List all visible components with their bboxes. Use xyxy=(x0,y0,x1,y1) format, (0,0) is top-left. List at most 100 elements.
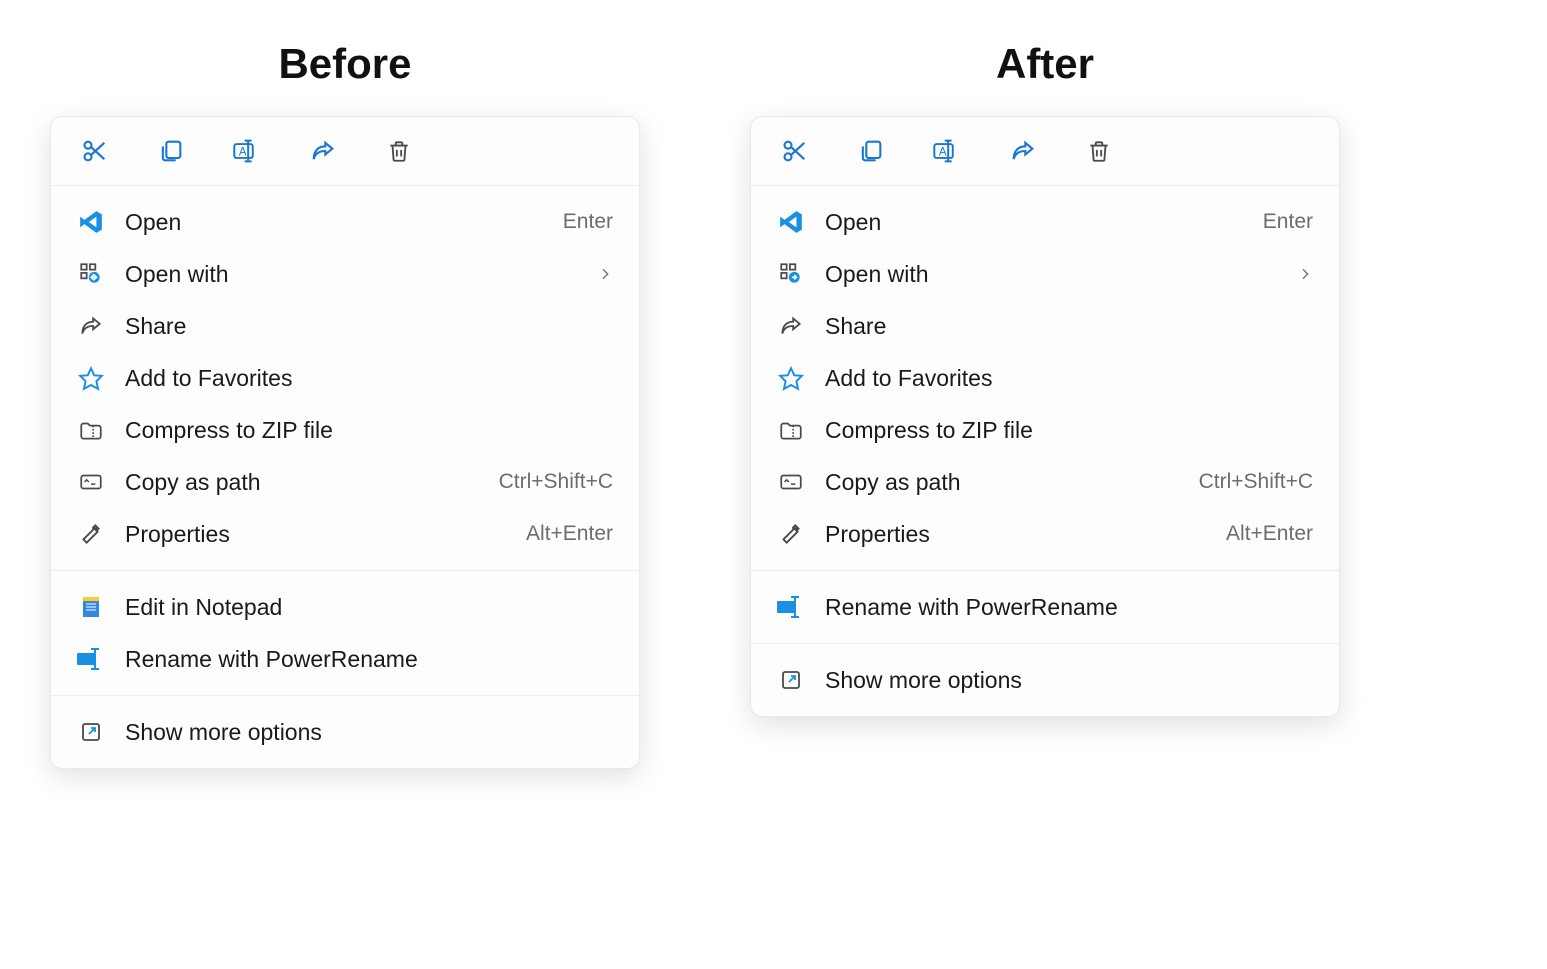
favorites-item[interactable]: Add to Favorites xyxy=(51,352,639,404)
rename-icon: A xyxy=(932,137,962,165)
trash-icon xyxy=(1086,137,1112,165)
expand-icon xyxy=(777,666,805,694)
properties-label: Properties xyxy=(825,521,1226,548)
open-label: Open xyxy=(125,209,563,236)
toolbar: A xyxy=(751,117,1339,186)
powerrename-icon xyxy=(777,593,805,621)
delete-button[interactable] xyxy=(1083,135,1115,167)
open-with-item[interactable]: Open with xyxy=(751,248,1339,300)
before-heading: Before xyxy=(278,40,411,88)
context-menu-after: A Open Enter Open with xyxy=(750,116,1340,717)
copy-path-shortcut: Ctrl+Shift+C xyxy=(1199,470,1313,494)
open-with-icon xyxy=(777,260,805,288)
cut-button[interactable] xyxy=(79,135,111,167)
vscode-icon xyxy=(777,208,805,236)
compress-label: Compress to ZIP file xyxy=(825,417,1313,444)
show-more-label: Show more options xyxy=(825,667,1313,694)
share-arrow-icon xyxy=(1009,137,1037,165)
properties-shortcut: Alt+Enter xyxy=(526,522,613,546)
more-section: Show more options xyxy=(51,696,639,768)
share-item[interactable]: Share xyxy=(751,300,1339,352)
copy-path-shortcut: Ctrl+Shift+C xyxy=(499,470,613,494)
powerrename-item[interactable]: Rename with PowerRename xyxy=(51,633,639,685)
main-section: Open Enter Open with Share xyxy=(751,186,1339,570)
compress-item[interactable]: Compress to ZIP file xyxy=(751,404,1339,456)
notepad-icon xyxy=(77,593,105,621)
rename-button[interactable]: A xyxy=(931,135,963,167)
open-shortcut: Enter xyxy=(1263,210,1313,234)
cut-button[interactable] xyxy=(779,135,811,167)
open-label: Open xyxy=(825,209,1263,236)
edit-notepad-label: Edit in Notepad xyxy=(125,594,613,621)
open-with-label: Open with xyxy=(825,261,1297,288)
chevron-right-icon xyxy=(597,266,613,282)
copy-path-item[interactable]: Copy as path Ctrl+Shift+C xyxy=(51,456,639,508)
share-label: Share xyxy=(125,313,613,340)
show-more-item[interactable]: Show more options xyxy=(751,654,1339,706)
svg-text:A: A xyxy=(939,147,947,159)
copy-path-icon xyxy=(777,468,805,496)
share-item[interactable]: Share xyxy=(51,300,639,352)
expand-icon xyxy=(77,718,105,746)
after-column: After A Open E xyxy=(750,40,1340,769)
star-icon xyxy=(77,364,105,392)
share-toolbar-button[interactable] xyxy=(1007,135,1039,167)
powerrename-label: Rename with PowerRename xyxy=(825,594,1313,621)
wrench-icon xyxy=(777,520,805,548)
show-more-label: Show more options xyxy=(125,719,613,746)
properties-item[interactable]: Properties Alt+Enter xyxy=(751,508,1339,560)
share-arrow-icon xyxy=(309,137,337,165)
svg-text:A: A xyxy=(239,147,247,159)
chevron-right-icon xyxy=(1297,266,1313,282)
favorites-label: Add to Favorites xyxy=(825,365,1313,392)
open-item[interactable]: Open Enter xyxy=(51,196,639,248)
properties-label: Properties xyxy=(125,521,526,548)
share-icon xyxy=(77,312,105,340)
powerrename-label: Rename with PowerRename xyxy=(125,646,613,673)
trash-icon xyxy=(386,137,412,165)
compress-item[interactable]: Compress to ZIP file xyxy=(51,404,639,456)
scissors-icon xyxy=(81,137,109,165)
powerrename-icon xyxy=(77,645,105,673)
open-with-label: Open with xyxy=(125,261,597,288)
open-shortcut: Enter xyxy=(563,210,613,234)
copy-button[interactable] xyxy=(155,135,187,167)
zip-icon xyxy=(777,416,805,444)
zip-icon xyxy=(77,416,105,444)
toolbar: A xyxy=(51,117,639,186)
compress-label: Compress to ZIP file xyxy=(125,417,613,444)
open-item[interactable]: Open Enter xyxy=(751,196,1339,248)
copy-icon xyxy=(157,137,185,165)
powerrename-item[interactable]: Rename with PowerRename xyxy=(751,581,1339,633)
open-with-icon xyxy=(77,260,105,288)
copy-path-icon xyxy=(77,468,105,496)
main-section: Open Enter Open with Share xyxy=(51,186,639,570)
show-more-item[interactable]: Show more options xyxy=(51,706,639,758)
copy-path-label: Copy as path xyxy=(125,469,499,496)
share-label: Share xyxy=(825,313,1313,340)
copy-button[interactable] xyxy=(855,135,887,167)
copy-path-label: Copy as path xyxy=(825,469,1199,496)
share-icon xyxy=(777,312,805,340)
properties-item[interactable]: Properties Alt+Enter xyxy=(51,508,639,560)
rename-icon: A xyxy=(232,137,262,165)
share-toolbar-button[interactable] xyxy=(307,135,339,167)
vscode-icon xyxy=(77,208,105,236)
context-menu-before: A Open Enter Open with xyxy=(50,116,640,769)
extensions-section: Edit in Notepad Rename with PowerRename xyxy=(51,571,639,695)
favorites-label: Add to Favorites xyxy=(125,365,613,392)
open-with-item[interactable]: Open with xyxy=(51,248,639,300)
favorites-item[interactable]: Add to Favorites xyxy=(751,352,1339,404)
before-column: Before A Open xyxy=(50,40,640,769)
delete-button[interactable] xyxy=(383,135,415,167)
copy-path-item[interactable]: Copy as path Ctrl+Shift+C xyxy=(751,456,1339,508)
wrench-icon xyxy=(77,520,105,548)
star-icon xyxy=(777,364,805,392)
edit-notepad-item[interactable]: Edit in Notepad xyxy=(51,581,639,633)
rename-button[interactable]: A xyxy=(231,135,263,167)
more-section: Show more options xyxy=(751,644,1339,716)
extensions-section: Rename with PowerRename xyxy=(751,571,1339,643)
properties-shortcut: Alt+Enter xyxy=(1226,522,1313,546)
copy-icon xyxy=(857,137,885,165)
scissors-icon xyxy=(781,137,809,165)
